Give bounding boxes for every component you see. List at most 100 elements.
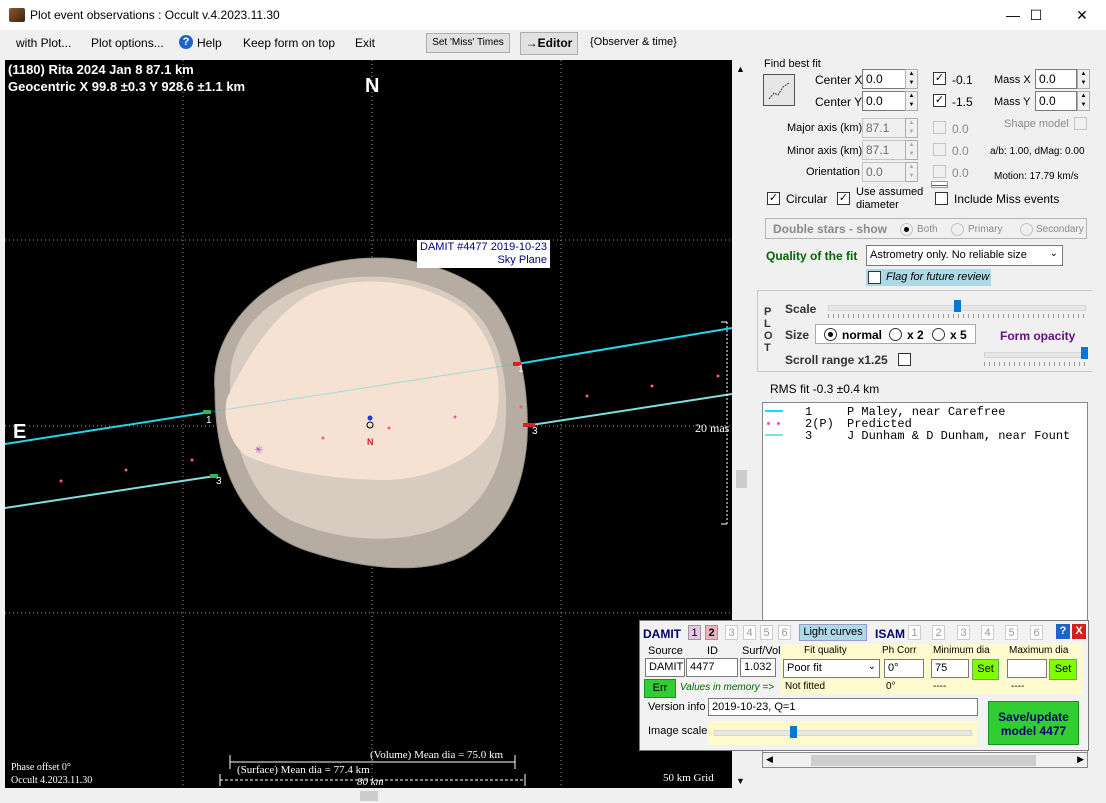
use-assumed-checkbox[interactable]: ✓ [837,192,850,205]
isam-tab-5[interactable]: 5 [1005,625,1018,640]
maximize-button[interactable]: ☐ [1013,0,1059,30]
major-axis-spinner[interactable]: ▲ ▼ [905,118,918,138]
menu-exit[interactable]: Exit [355,36,375,50]
damit-tab-3[interactable]: 3 [725,625,738,640]
secondary-radio[interactable] [1020,223,1033,236]
fit-quality-memory: Not fitted [785,681,826,692]
save-update-model-button[interactable]: Save/update model 4477 [988,701,1079,745]
damit-tab-1[interactable]: 1 [688,625,701,640]
damit-help-button[interactable]: ? [1056,624,1070,639]
size-x2-radio[interactable] [889,328,902,341]
legend-horizontal-scrollbar[interactable]: ◀ ▶ [762,752,1088,768]
motion-label: Motion: 17.79 km/s [994,171,1079,182]
chord-1 [5,411,211,445]
damit-tab-4[interactable]: 4 [743,625,756,640]
shape-model-checkbox[interactable] [1074,117,1087,130]
max-dia-set-button[interactable]: Set [1049,659,1077,680]
include-miss-label: Include Miss events [954,192,1060,206]
flag-review-box[interactable]: Flag for future review [866,269,991,286]
editor-button[interactable]: →Editor [520,32,578,55]
ph-corr-field[interactable]: 0° [884,659,924,678]
center-x-input[interactable]: 0.0 [862,69,906,89]
size-normal-radio[interactable] [824,328,837,341]
minor-axis-checkbox[interactable] [933,143,946,156]
both-radio[interactable] [900,223,913,236]
isam-tab-6[interactable]: 6 [1030,625,1043,640]
legend-hscroll-thumb[interactable] [811,755,1036,766]
isam-tab-2[interactable]: 2 [932,625,945,640]
form-opacity-label: Form opacity [1000,329,1076,343]
damit-close-button[interactable]: X [1072,624,1086,639]
form-opacity-thumb[interactable] [1081,347,1088,359]
set-miss-times-button[interactable]: Set 'Miss' Times [426,33,510,53]
plot-horizontal-scrollbar[interactable] [5,789,732,803]
center-y-checkbox[interactable]: ✓ [933,94,946,107]
find-best-fit-button[interactable] [763,74,795,106]
plot-vscroll-thumb[interactable] [736,470,747,488]
include-miss-checkbox[interactable] [935,192,948,205]
primary-radio[interactable] [951,223,964,236]
min-dia-field[interactable]: 75 [931,659,969,678]
orientation-spinner[interactable]: ▲ ▼ [905,162,918,182]
orientation-input[interactable]: 0.0 [862,162,906,182]
menu-help[interactable]: Help [197,36,222,50]
mass-y-spinner[interactable]: ▲ ▼ [1077,91,1090,111]
occultation-plot[interactable]: ✳ (1180) Rita 2024 Jan 8 87.1 km Geocent… [5,60,732,788]
source-field[interactable]: DAMIT [645,658,685,677]
light-curves-button[interactable]: Light curves [799,624,867,641]
min-dia-set-button[interactable]: Set [972,659,999,680]
damit-tab-2[interactable]: 2 [705,625,718,640]
center-x-spinner[interactable]: ▲ ▼ [905,69,918,89]
model-label: model 4477 [1000,724,1067,738]
quality-value: Astrometry only. No reliable size [870,249,1027,261]
plot-hscroll-thumb[interactable] [360,791,378,801]
quality-select[interactable]: Astrometry only. No reliable size ⌄ [866,245,1063,266]
version-info-field[interactable]: 2019-10-23, Q=1 [708,698,978,716]
center-y-input[interactable]: 0.0 [862,91,906,111]
legend-swatch-1 [765,410,783,412]
major-axis-input[interactable]: 87.1 [862,118,906,138]
size-x5-radio[interactable] [932,328,945,341]
form-opacity-slider[interactable] [984,352,1088,358]
window-title: Plot event observations : Occult v.4.202… [30,8,280,22]
scroll-range-checkbox[interactable] [898,353,911,366]
mass-x-spinner[interactable]: ▲ ▼ [1077,69,1090,89]
center-x-checkbox[interactable]: ✓ [933,72,946,85]
isam-tab-3[interactable]: 3 [957,625,970,640]
minor-axis-spinner[interactable]: ▲ ▼ [905,140,918,160]
observer-time-label[interactable]: {Observer & time} [590,36,677,48]
menu-plot-options[interactable]: Plot options... [91,36,164,50]
circular-checkbox[interactable]: ✓ [767,192,780,205]
center-y-label: Center Y [815,95,863,109]
id-field[interactable]: 4477 [686,658,738,677]
save-update-label: Save/update [998,710,1069,724]
chord-label-3-left: 3 [216,476,222,487]
major-axis-checkbox[interactable] [933,121,946,134]
max-dia-field[interactable] [1007,659,1047,678]
minor-axis-input[interactable]: 87.1 [862,140,906,160]
menu-bar: with Plot... Plot options... ? Help Keep… [0,30,1106,56]
color-swatch[interactable] [931,181,948,188]
damit-panel: DAMIT 1 2 3 4 5 6 Light curves ISAM 1 2 … [639,620,1089,751]
image-scale-slider[interactable] [714,730,972,736]
panel-vertical-scrollbar[interactable] [1092,60,1106,790]
fit-quality-select[interactable]: Poor fit ⌄ [783,659,880,678]
orientation-checkbox[interactable] [933,165,946,178]
fit-quality-label: Fit quality [804,645,847,656]
damit-tab-5[interactable]: 5 [760,625,773,640]
menu-with-plot[interactable]: with Plot... [16,36,71,50]
mass-y-input[interactable]: 0.0 [1035,91,1077,111]
damit-tab-6[interactable]: 6 [778,625,791,640]
menu-keep-on-top[interactable]: Keep form on top [243,36,335,50]
scale-slider-thumb[interactable] [953,300,961,312]
center-y-spinner[interactable]: ▲ ▼ [905,91,918,111]
surfvol-field[interactable]: 1.032 [740,658,776,677]
isam-tab-1[interactable]: 1 [908,625,921,640]
flag-review-checkbox[interactable] [868,271,881,284]
close-button[interactable]: ✕ [1059,0,1105,30]
err-button[interactable]: Err [644,679,676,698]
isam-tab-4[interactable]: 4 [981,625,994,640]
image-scale-thumb[interactable] [790,726,797,738]
mass-x-input[interactable]: 0.0 [1035,69,1077,89]
double-stars-label: Double stars - show [773,222,888,236]
